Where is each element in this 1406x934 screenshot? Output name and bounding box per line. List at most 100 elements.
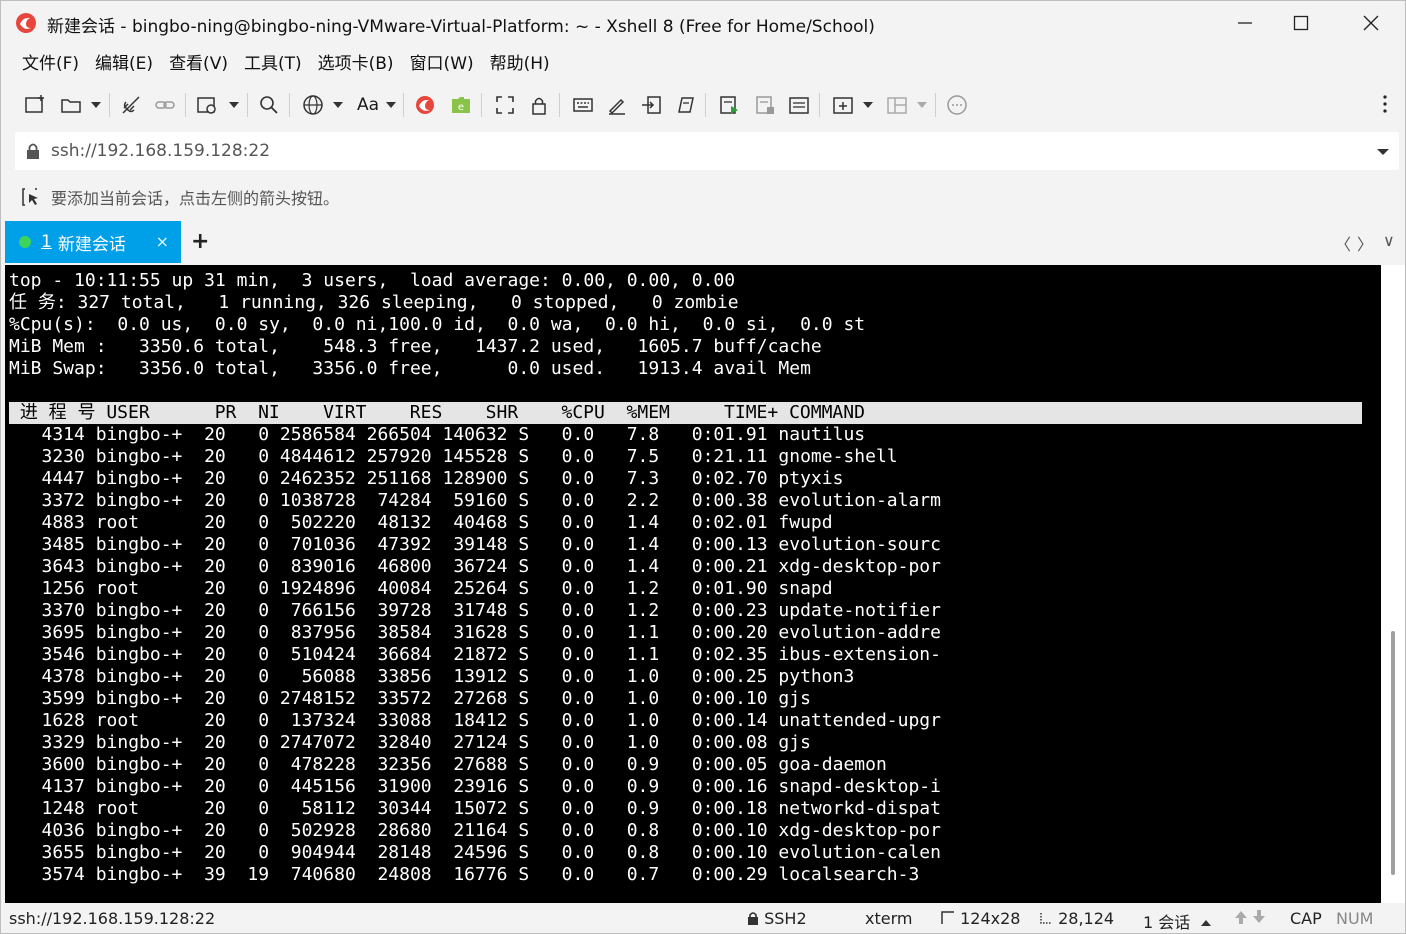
transfer-button[interactable] xyxy=(637,91,665,119)
link-icon xyxy=(155,101,175,109)
terminal-scrollbar[interactable] xyxy=(1381,265,1405,903)
process-row: 4447 bingbo-+ 20 0 2462352 251168 128900… xyxy=(9,468,844,489)
toolbar-separator xyxy=(109,93,110,117)
add-tab-icon xyxy=(833,97,853,114)
disconnect-button[interactable] xyxy=(117,91,145,119)
sessions-label: 1 会话 xyxy=(1143,913,1191,932)
process-row: 4036 bingbo-+ 20 0 502928 28680 21164 S … xyxy=(9,820,941,841)
tab-list-icon[interactable]: ∨ xyxy=(1383,231,1395,250)
scrollbar-thumb[interactable] xyxy=(1391,631,1395,875)
process-row: 3370 bingbo-+ 20 0 766156 39728 31748 S … xyxy=(9,600,941,621)
globe-icon xyxy=(303,95,323,115)
top-summary-line: %Cpu(s): 0.0 us, 0.0 sy, 0.0 ni,100.0 id… xyxy=(9,314,866,335)
caret-down-icon xyxy=(229,102,239,108)
session-nav[interactable] xyxy=(1233,909,1269,929)
status-sessions[interactable]: 1 会话 xyxy=(1143,909,1212,933)
process-row: 1248 root 20 0 58112 30344 15072 S 0.0 0… xyxy=(9,798,941,819)
properties-dropdown-button[interactable] xyxy=(229,91,239,119)
title-bar[interactable]: 新建会话 - bingbo-ning@bingbo-ning-VMware-Vi… xyxy=(1,1,1405,45)
tab-close-icon[interactable]: × xyxy=(156,232,169,251)
unlink-icon xyxy=(122,96,140,114)
open-dropdown-button[interactable] xyxy=(91,91,101,119)
new-tab-dropdown-button[interactable] xyxy=(863,91,873,119)
menu-tools[interactable]: 工具(T) xyxy=(237,49,309,81)
xshell-icon xyxy=(416,96,434,114)
menu-edit[interactable]: 编辑(E) xyxy=(88,49,160,81)
chat-icon xyxy=(947,95,967,115)
encoding-dropdown-button[interactable] xyxy=(333,91,343,119)
xshell-button[interactable] xyxy=(411,91,439,119)
status-protocol: SSH2 xyxy=(747,909,807,928)
tab-prev-icon[interactable]: 〈 xyxy=(1335,231,1351,255)
process-row: 1256 root 20 0 1924896 40084 25264 S 0.0… xyxy=(9,578,833,599)
session-properties-button[interactable] xyxy=(193,91,221,119)
layout-dropdown-button[interactable] xyxy=(917,91,927,119)
search-icon xyxy=(260,96,278,114)
menu-window[interactable]: 窗口(W) xyxy=(403,49,481,81)
new-tab-button[interactable] xyxy=(829,91,857,119)
menu-tabs[interactable]: 选项卡(B) xyxy=(311,49,401,81)
script-button[interactable] xyxy=(671,91,699,119)
maximize-icon xyxy=(1293,15,1309,31)
xftp-icon: e xyxy=(452,97,470,113)
resize-icon xyxy=(941,911,954,924)
xftp-button[interactable]: e xyxy=(447,91,475,119)
tab-label: 新建会话 xyxy=(57,234,126,255)
font-dropdown-button[interactable] xyxy=(386,91,396,119)
open-folder-button[interactable] xyxy=(57,91,85,119)
font-button[interactable]: Aa xyxy=(353,91,383,119)
fullscreen-button[interactable] xyxy=(491,91,519,119)
toolbar-separator xyxy=(185,93,186,117)
process-row: 3546 bingbo-+ 20 0 510424 36684 21872 S … xyxy=(9,644,941,665)
cursor-label: 28,124 xyxy=(1058,909,1115,928)
menu-file[interactable]: 文件(F) xyxy=(15,49,86,81)
address-input[interactable] xyxy=(51,132,1351,170)
tab-number: 1 xyxy=(41,232,52,252)
notes-button[interactable] xyxy=(785,91,813,119)
lock-button[interactable] xyxy=(525,91,553,119)
fullscreen-icon xyxy=(496,96,514,114)
log-stop-icon xyxy=(756,96,774,114)
reconnect-button[interactable] xyxy=(151,91,179,119)
chat-button[interactable] xyxy=(943,91,971,119)
cursor-position-icon xyxy=(1040,913,1051,924)
compose-button[interactable] xyxy=(603,91,631,119)
address-dropdown-icon[interactable] xyxy=(1373,141,1393,161)
terminal-screen[interactable]: top - 10:11:55 up 31 min, 3 users, load … xyxy=(5,265,1381,903)
menu-view[interactable]: 查看(V) xyxy=(162,49,235,81)
keyboard-button[interactable] xyxy=(569,91,597,119)
pen-icon xyxy=(608,98,625,115)
menu-help[interactable]: 帮助(H) xyxy=(483,49,557,81)
keyboard-icon xyxy=(573,98,593,112)
layout-button[interactable] xyxy=(883,91,911,119)
tab-next-icon[interactable]: 〉 xyxy=(1357,231,1373,255)
svg-text:e: e xyxy=(458,102,464,113)
status-term-type: xterm xyxy=(865,909,913,928)
process-row: 4137 bingbo-+ 20 0 445156 31900 23916 S … xyxy=(9,776,941,797)
caret-down-icon xyxy=(386,102,396,108)
maximize-button[interactable] xyxy=(1273,1,1329,45)
process-row: 3230 bingbo-+ 20 0 4844612 257920 145528… xyxy=(9,446,898,467)
top-summary-line: MiB Swap: 3356.0 total, 3356.0 free, 0.0… xyxy=(9,358,811,379)
tab-session-1[interactable]: 1 新建会话 × xyxy=(5,221,181,263)
more-options-button[interactable] xyxy=(1383,91,1399,119)
top-summary-line: MiB Mem : 3350.6 total, 548.3 free, 1437… xyxy=(9,336,822,357)
layout-icon xyxy=(887,97,907,114)
notes-icon xyxy=(789,97,809,114)
minimize-button[interactable] xyxy=(1217,1,1273,45)
new-session-button[interactable] xyxy=(21,91,49,119)
size-label: 124x28 xyxy=(960,909,1021,928)
minimize-icon xyxy=(1238,22,1252,24)
caret-down-icon xyxy=(333,102,343,108)
log-stop-button[interactable] xyxy=(751,91,779,119)
add-tab-button[interactable]: + xyxy=(191,229,209,254)
add-session-arrow-icon[interactable] xyxy=(21,186,43,208)
log-start-button[interactable] xyxy=(715,91,743,119)
hint-bar: 要添加当前会话，点击左侧的箭头按钮。 xyxy=(21,185,339,209)
encoding-button[interactable] xyxy=(299,91,327,119)
find-button[interactable] xyxy=(255,91,283,119)
script-icon xyxy=(678,97,694,113)
close-button[interactable] xyxy=(1343,1,1399,45)
transfer-icon xyxy=(642,96,661,114)
new-session-icon xyxy=(25,95,44,113)
